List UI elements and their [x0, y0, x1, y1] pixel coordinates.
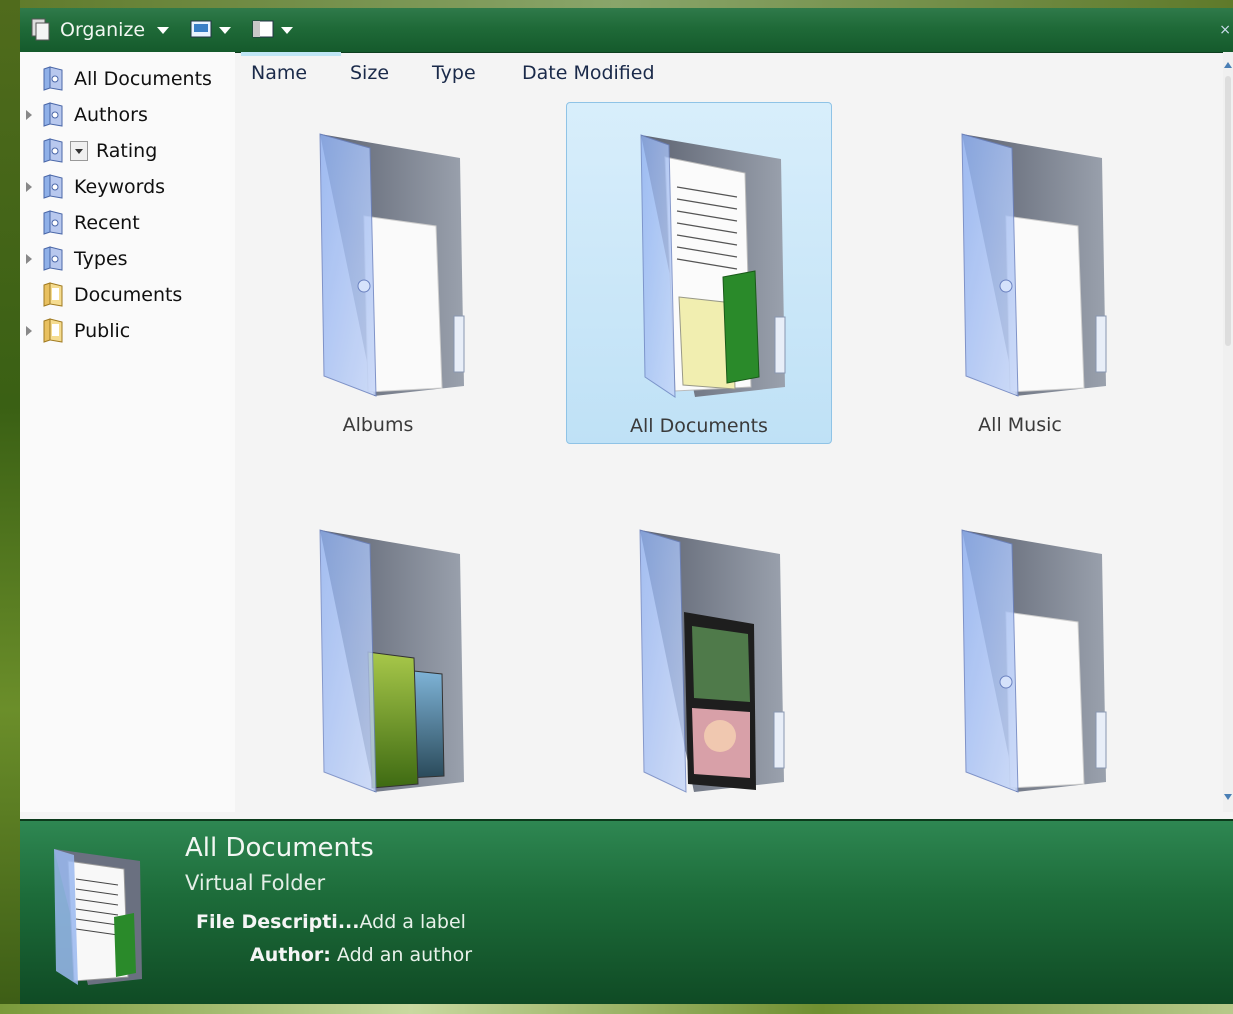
header-highlight: [241, 52, 341, 56]
window-frame-bottom: [0, 1004, 1233, 1014]
author-value[interactable]: Add an author: [337, 944, 472, 966]
expand-arrow-icon[interactable]: [26, 254, 32, 264]
virtual-folder-icon: [961, 133, 1107, 397]
virtual-folder-icon: [43, 174, 63, 199]
nav-label: All Documents: [74, 68, 212, 90]
window-frame-top: [0, 0, 1233, 8]
tile-label: All Documents: [630, 415, 768, 437]
nav-label: Documents: [74, 284, 183, 306]
column-headers: Name Size Type Date Modified: [235, 52, 1225, 94]
nav-item-public[interactable]: Public: [20, 314, 235, 348]
layout-button[interactable]: [241, 8, 303, 52]
file-description-value[interactable]: Add a label: [359, 911, 465, 933]
chevron-down-icon: [281, 26, 294, 34]
folder-tile-pictures[interactable]: [246, 498, 510, 838]
scroll-thumb[interactable]: [1225, 76, 1231, 346]
views-icon: [190, 20, 212, 38]
folder-icon: [43, 318, 63, 343]
nav-item-authors[interactable]: Authors: [20, 98, 235, 132]
nav-item-keywords[interactable]: Keywords: [20, 170, 235, 204]
scroll-down-icon[interactable]: [1224, 794, 1232, 800]
virtual-folder-icon: [43, 66, 63, 91]
expand-arrow-icon[interactable]: [26, 110, 32, 120]
virtual-folder-icon: [43, 138, 63, 163]
documents-folder-icon: [54, 849, 142, 985]
organize-label: Organize: [60, 19, 146, 41]
details-type: Virtual Folder: [185, 871, 326, 895]
details-file-description-row: File Descripti...Add a label: [196, 911, 466, 933]
column-header-size[interactable]: Size: [350, 62, 389, 84]
nav-item-types[interactable]: Types: [20, 242, 235, 276]
column-header-name[interactable]: Name: [251, 62, 307, 84]
organize-button[interactable]: Organize: [20, 8, 179, 52]
tile-label: All Music: [978, 414, 1062, 436]
virtual-folder-icon: [43, 246, 63, 271]
nav-item-all-documents[interactable]: All Documents: [20, 62, 235, 96]
pictures-folder-icon: [319, 529, 464, 793]
details-pane: All Documents Virtual Folder File Descri…: [20, 819, 1233, 1006]
nav-label: Keywords: [74, 176, 166, 198]
nav-item-recent[interactable]: Recent: [20, 206, 235, 240]
videos-folder-icon: [639, 529, 785, 793]
folder-tile-videos[interactable]: [566, 498, 830, 838]
nav-label: Public: [74, 320, 131, 342]
tile-label: Albums: [342, 414, 414, 436]
nav-label: Types: [74, 248, 128, 270]
chevron-down-icon: [219, 26, 232, 34]
virtual-folder-icon: [961, 529, 1107, 793]
details-title: All Documents: [185, 833, 374, 863]
nav-label: Authors: [74, 104, 148, 126]
folder-tile-albums[interactable]: Albums: [246, 102, 510, 442]
close-icon[interactable]: ×: [1219, 22, 1231, 38]
column-header-date-modified[interactable]: Date Modified: [522, 62, 655, 84]
folder-icon: [43, 282, 63, 307]
expand-arrow-icon[interactable]: [26, 326, 32, 336]
navigation-pane: All Documents Authors Rating Keywords Re…: [20, 52, 235, 812]
folder-tile-all-documents[interactable]: All Documents: [566, 102, 832, 444]
expand-arrow-icon[interactable]: [26, 182, 32, 192]
folder-tile-blank[interactable]: [888, 498, 1152, 838]
window-frame-left: [0, 0, 20, 1014]
command-bar: Organize ×: [20, 8, 1233, 53]
organize-icon: [31, 18, 50, 41]
file-description-key: File Descripti...: [196, 911, 360, 933]
virtual-folder-icon: [43, 102, 63, 127]
views-button[interactable]: [179, 8, 241, 52]
nav-item-rating[interactable]: Rating: [20, 134, 235, 168]
details-author-row: Author: Add an author: [250, 944, 472, 966]
virtual-folder-icon: [43, 210, 63, 235]
scroll-up-icon[interactable]: [1224, 62, 1232, 68]
nav-label: Recent: [74, 212, 140, 234]
nav-label: Rating: [96, 140, 158, 162]
documents-folder-icon: [640, 134, 786, 398]
virtual-folder-icon: [319, 133, 465, 397]
folder-tile-all-music[interactable]: All Music: [888, 102, 1152, 442]
vertical-scrollbar[interactable]: [1223, 52, 1233, 812]
layout-icon: [252, 20, 274, 38]
author-key: Author:: [250, 944, 331, 966]
rating-dropdown[interactable]: [70, 141, 88, 161]
chevron-down-icon: [157, 26, 170, 34]
column-header-type[interactable]: Type: [432, 62, 476, 84]
nav-item-documents[interactable]: Documents: [20, 278, 235, 312]
explorer-window: Organize × All Documents Authors Rating …: [20, 8, 1233, 1006]
